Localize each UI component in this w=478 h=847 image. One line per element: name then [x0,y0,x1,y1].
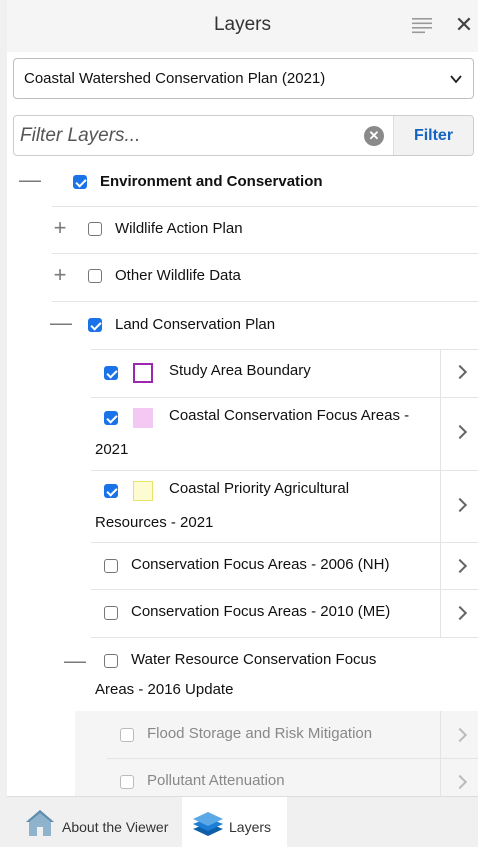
chevron-right-icon [452,558,468,574]
chevron-right-icon [452,774,468,790]
panel-header: Layers ✕ [7,0,478,52]
tab-label: Layers [229,819,272,835]
layer-details-button[interactable] [440,589,478,637]
layer-label: Wildlife Action Plan [115,220,243,237]
panel-title: Layers [213,14,272,35]
layer-details-button[interactable] [440,397,478,470]
chevron-right-icon [452,424,468,440]
chevron-right-icon [452,364,468,380]
expand-icon[interactable]: + [50,264,70,286]
tree-row-focus-2010: Conservation Focus Areas - 2010 (ME) [7,589,478,638]
checkbox-other-wildlife-data[interactable] [88,269,102,283]
layer-label: Environment and Conservation [100,173,323,190]
tree-row-pollutant: Pollutant Attenuation [7,758,478,796]
collapse-icon[interactable]: — [19,169,41,191]
chevron-right-icon [452,497,468,513]
checkbox-coastal-ag-2021[interactable] [104,484,118,498]
checkbox-wildlife-action-plan[interactable] [88,222,102,236]
collapse-icon[interactable]: — [50,312,72,334]
collapse-icon[interactable]: — [64,650,86,672]
checkbox-coastal-focus-2021[interactable] [104,411,118,425]
legend-swatch [133,481,153,501]
close-icon[interactable]: ✕ [453,13,475,37]
tree-row-land-conservation-plan: — Land Conservation Plan [7,301,478,350]
map-select[interactable]: Coastal Watershed Conservation Plan (202… [13,58,474,99]
checkbox-focus-2006[interactable] [104,559,118,573]
checkbox-pollutant[interactable] [120,775,134,789]
layer-label: Other Wildlife Data [115,267,241,284]
layer-details-button[interactable] [440,711,478,758]
tree-row-flood-storage: Flood Storage and Risk Mitigation [7,711,478,759]
checkbox-water-resource[interactable] [104,654,118,668]
layers-icon [193,812,223,836]
layer-label: Flood Storage and Risk Mitigation [147,725,373,742]
tab-label: About the Viewer [62,819,169,835]
checkbox-land-conservation-plan[interactable] [88,318,102,332]
tree-row-environment: — Environment and Conservation [7,158,478,207]
tree-row-study-area-boundary: Study Area Boundary [7,349,478,398]
checkbox-focus-2010[interactable] [104,606,118,620]
tree-row-focus-2006: Conservation Focus Areas - 2006 (NH) [7,542,478,590]
tree-row-other-wildlife-data: + Other Wildlife Data [7,253,478,302]
layer-label: Conservation Focus Areas - 2010 (ME) [131,603,391,620]
checkbox-environment[interactable] [73,175,87,189]
bottom-tab-bar: About the Viewer Layers [7,796,478,847]
tree-row-water-resource: — Water Resource Conservation Focus Area… [7,637,478,711]
layer-label-continued: 2021 [95,441,129,458]
checkbox-flood-storage[interactable] [120,728,134,742]
layer-details-button[interactable] [440,542,478,589]
chevron-right-icon [452,727,468,743]
legend-swatch [133,408,153,428]
layer-label: Conservation Focus Areas - 2006 (NH) [131,556,390,573]
layer-label: Land Conservation Plan [115,316,276,333]
tree-row-coastal-focus-2021: Coastal Conservation Focus Areas - 2021 [7,397,478,471]
expand-icon[interactable]: + [50,217,70,239]
list-icon[interactable] [412,17,432,35]
layer-tree: — Environment and Conservation + Wildlif… [7,158,478,796]
layer-label: Coastal Conservation Focus Areas - [169,407,410,424]
left-gutter [0,0,7,847]
legend-swatch [133,363,153,383]
map-select-value: Coastal Watershed Conservation Plan (202… [24,70,326,87]
tree-row-wildlife-action-plan: + Wildlife Action Plan [7,206,478,254]
layer-label: Pollutant Attenuation [147,772,285,789]
clear-filter-icon[interactable]: ✕ [364,126,384,146]
layer-label: Study Area Boundary [169,362,311,379]
checkbox-study-area-boundary[interactable] [104,366,118,380]
layer-details-button[interactable] [440,470,478,542]
tree-row-coastal-ag-2021: Coastal Priority Agricultural Resources … [7,470,478,543]
chevron-down-icon [450,75,462,84]
layer-label-continued: Resources - 2021 [95,514,214,531]
layer-details-button[interactable] [440,349,478,397]
layer-label: Water Resource Conservation Focus [131,651,377,668]
filter-input[interactable] [14,116,394,155]
filter-button[interactable]: Filter [393,116,473,155]
tab-about-the-viewer[interactable]: About the Viewer [7,797,182,847]
home-icon [26,810,54,836]
filter-bar: ✕ Filter [13,115,474,156]
tab-layers[interactable]: Layers [182,797,287,847]
layer-label: Coastal Priority Agricultural [169,480,350,497]
layer-label-continued: Areas - 2016 Update [95,681,234,698]
chevron-right-icon [452,605,468,621]
layer-details-button[interactable] [440,758,478,796]
